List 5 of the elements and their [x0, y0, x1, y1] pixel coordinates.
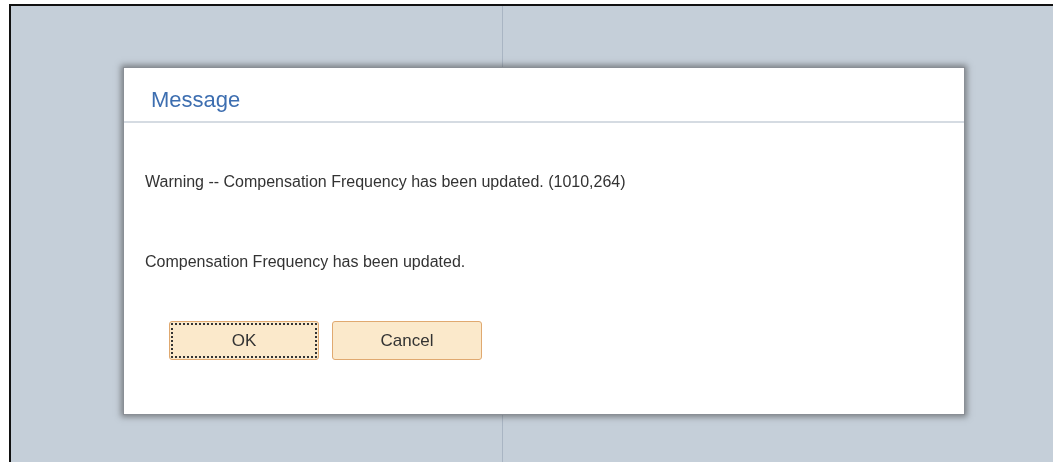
- cancel-button[interactable]: Cancel: [332, 321, 482, 360]
- dialog-title: Message: [124, 68, 964, 123]
- message-text: Warning -- Compensation Frequency has been updated. (1010,264): [145, 173, 627, 191]
- ok-button[interactable]: OK: [169, 321, 319, 360]
- message-text: Compensation Frequency has been updated.: [145, 253, 467, 271]
